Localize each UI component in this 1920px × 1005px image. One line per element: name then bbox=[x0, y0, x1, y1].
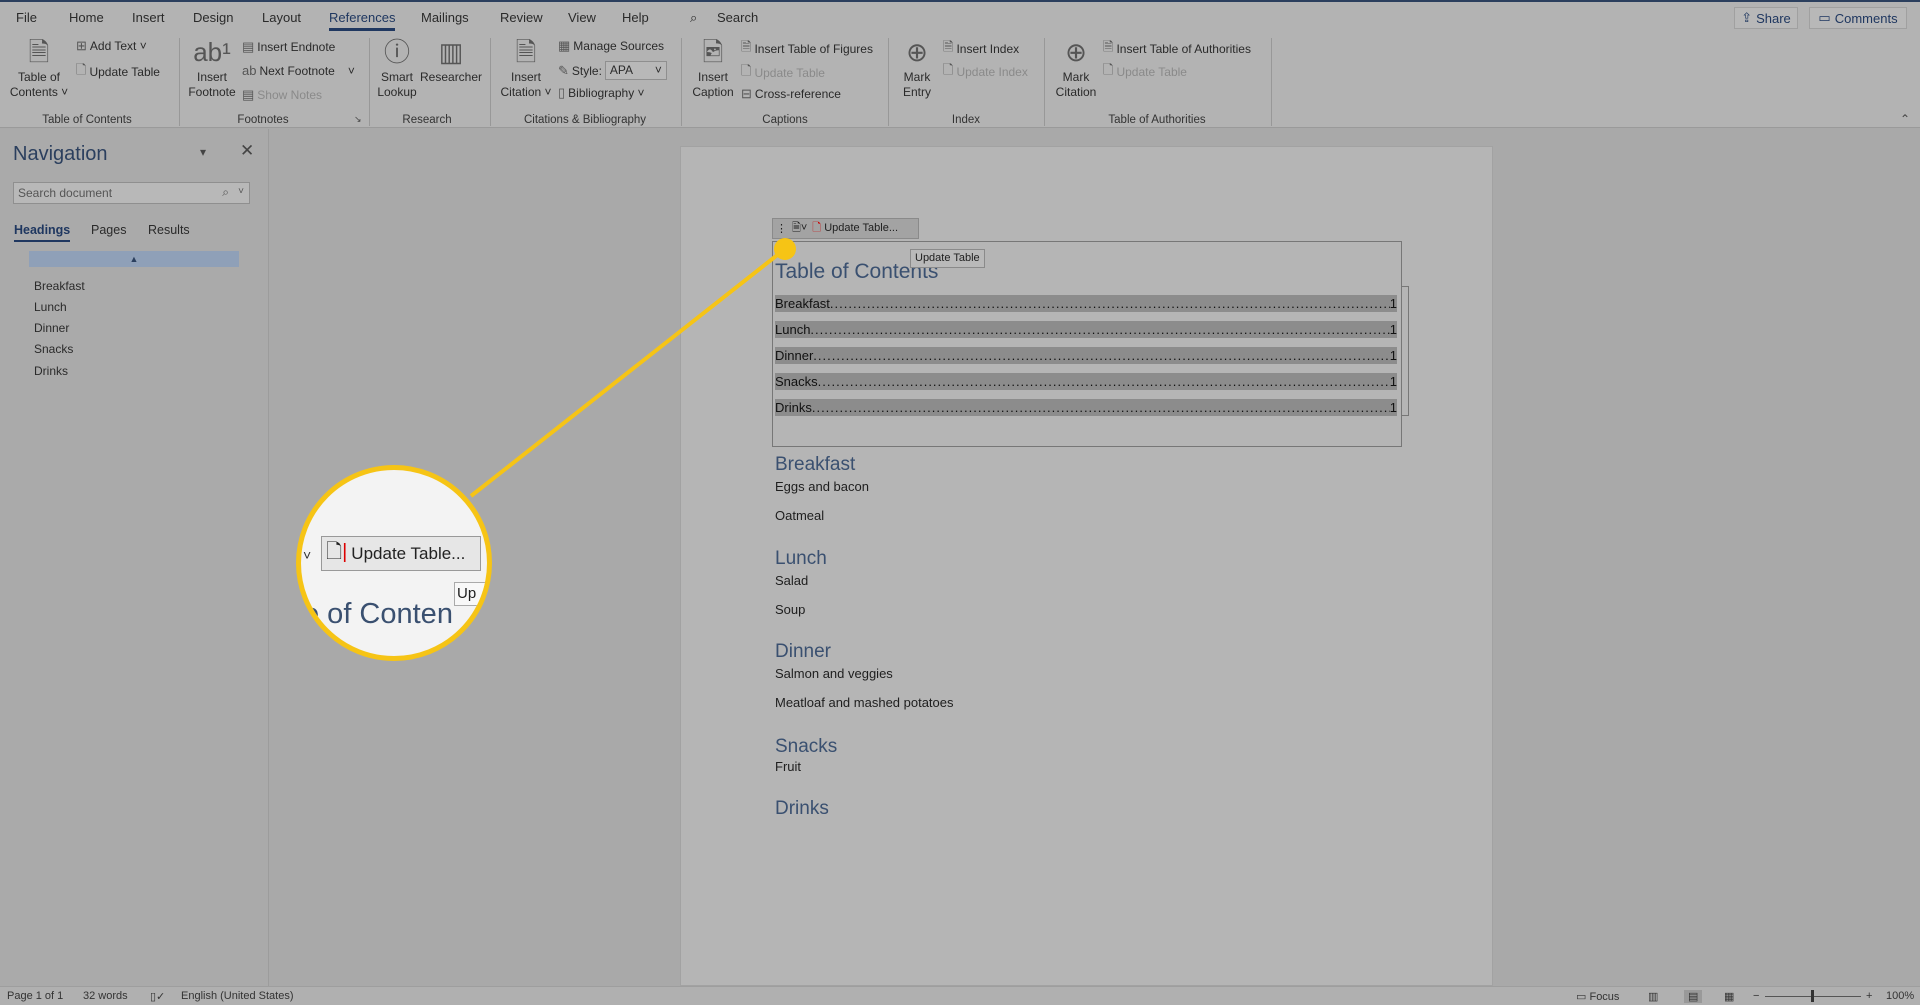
page-count[interactable]: Page 1 of 1 bbox=[7, 990, 63, 1002]
magnified-callout: ˅ 🗋| Update Table... Up e of Conten bbox=[296, 465, 492, 661]
zoom-slider-thumb[interactable] bbox=[1811, 990, 1814, 1002]
focus-icon: ▭ bbox=[1576, 991, 1587, 1003]
word-count[interactable]: 32 words bbox=[83, 990, 128, 1002]
print-layout-icon[interactable]: ▤ bbox=[1684, 990, 1703, 1003]
callout-line bbox=[469, 238, 796, 498]
callout-dot bbox=[774, 238, 796, 260]
read-mode-icon[interactable]: ▥ bbox=[1648, 990, 1658, 1003]
magnified-update-table-button: 🗋| Update Table... bbox=[321, 536, 481, 571]
status-bar: Page 1 of 1 32 words ▯✓ English (United … bbox=[0, 986, 1920, 1005]
web-layout-icon[interactable]: ▦ bbox=[1724, 990, 1734, 1003]
zoom-out-button[interactable]: − bbox=[1753, 990, 1759, 1002]
focus-button[interactable]: ▭ Focus bbox=[1576, 990, 1619, 1003]
language[interactable]: English (United States) bbox=[181, 990, 294, 1002]
chevron-down-icon: ˅ bbox=[303, 547, 312, 563]
document-icon: 🗋| bbox=[326, 540, 348, 563]
zoom-in-button[interactable]: + bbox=[1866, 990, 1872, 1002]
magnified-heading: e of Conten bbox=[303, 598, 453, 630]
zoom-level[interactable]: 100% bbox=[1886, 990, 1914, 1002]
proofing-icon[interactable]: ▯✓ bbox=[150, 990, 165, 1003]
magnified-tooltip: Up bbox=[454, 582, 487, 606]
